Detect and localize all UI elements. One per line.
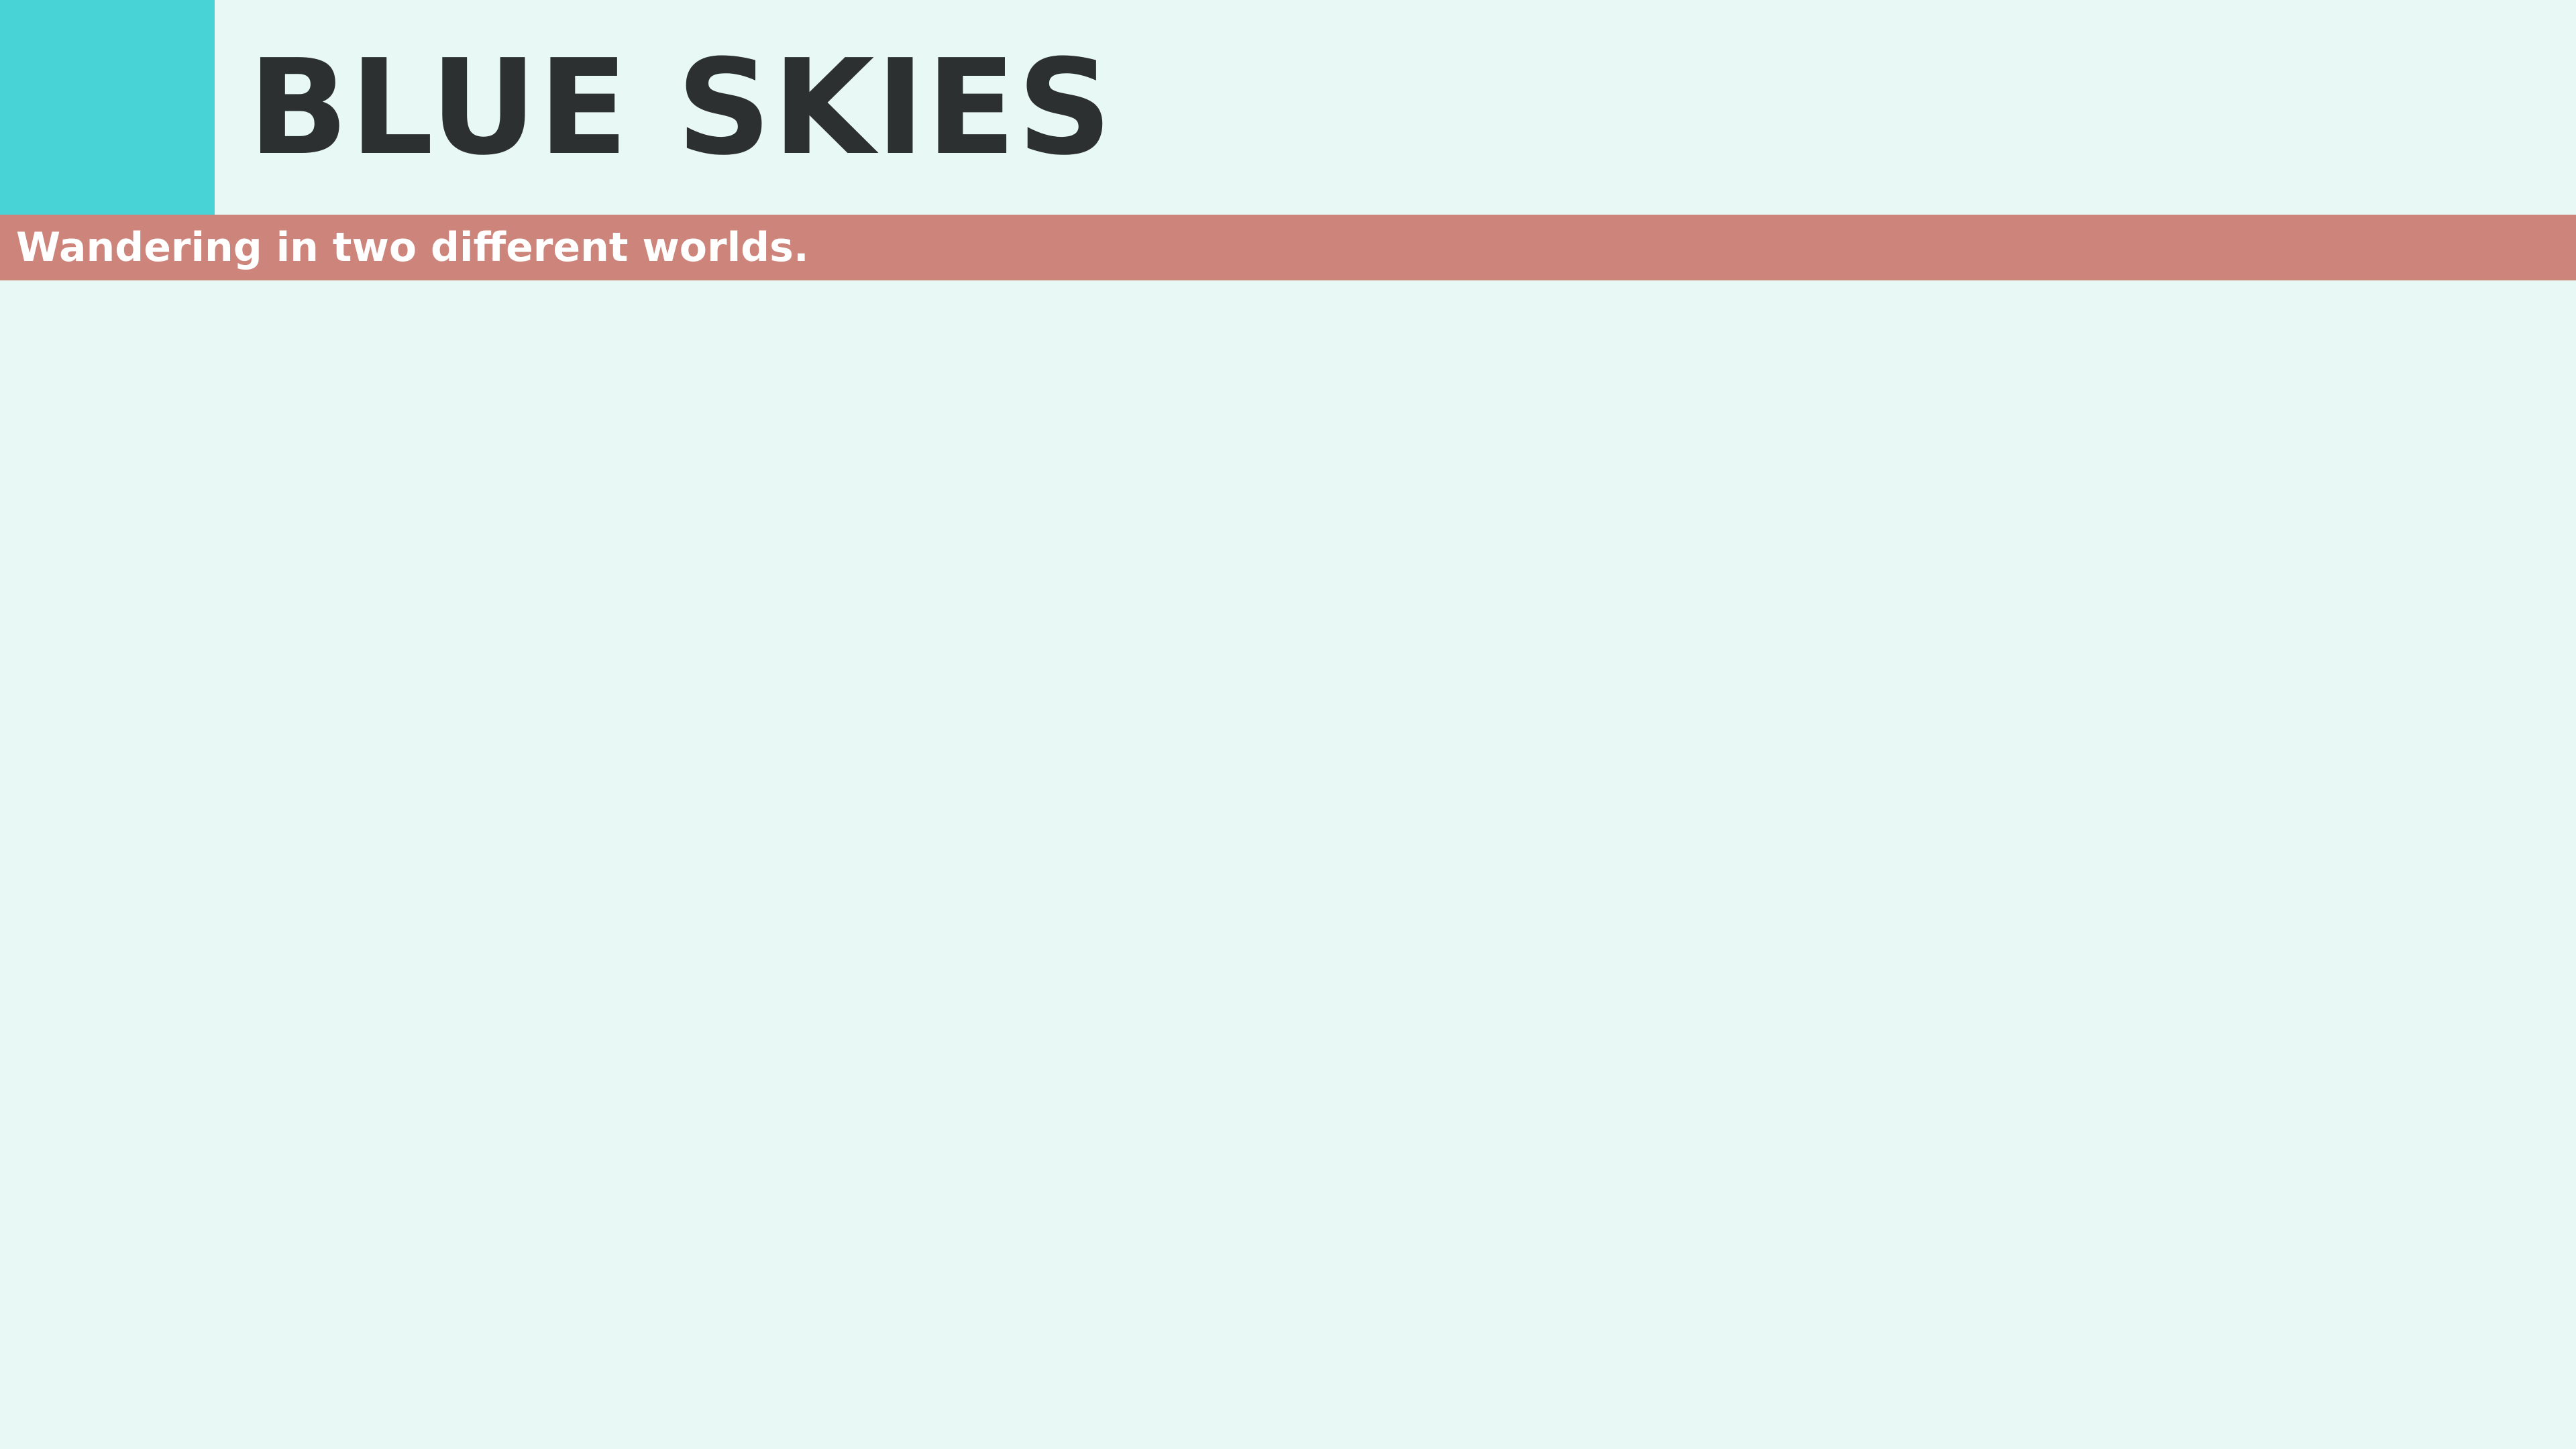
subtitle-banner: Wandering in two different worlds. xyxy=(0,215,2576,280)
accent-square xyxy=(0,0,215,215)
subtitle-text: Wandering in two different worlds. xyxy=(16,224,809,271)
slide-canvas: BLUE SKIES Wandering in two different wo… xyxy=(0,0,2576,1449)
page-title: BLUE SKIES xyxy=(248,32,1114,184)
